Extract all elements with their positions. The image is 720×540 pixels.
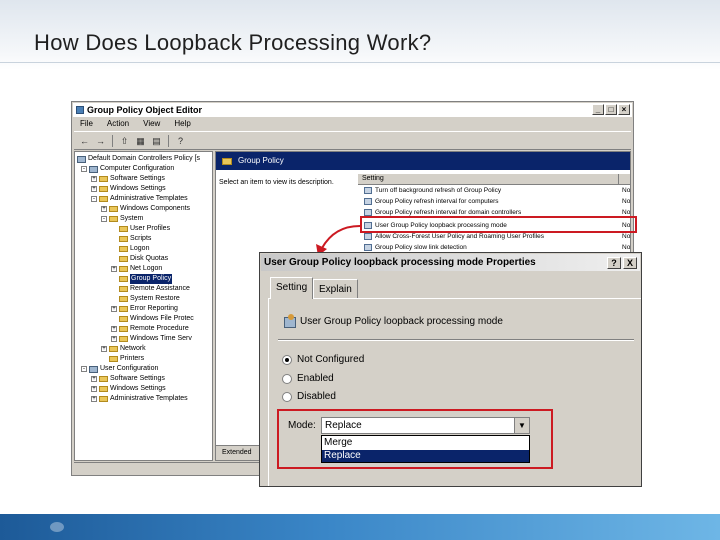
radio-unselected-icon[interactable] (282, 373, 292, 384)
slide-footer-bar (0, 514, 720, 540)
radio-disabled[interactable]: Disabled (282, 391, 336, 402)
dialog-title: User Group Policy loopback processing mo… (264, 257, 536, 268)
mode-highlight (277, 409, 553, 469)
radio-unselected-icon[interactable] (282, 391, 292, 402)
radio-selected-icon[interactable] (282, 354, 292, 365)
policy-setting-icon (284, 314, 296, 328)
footer-glint (50, 522, 64, 532)
dialog-close-button[interactable]: X (623, 257, 637, 269)
tab-explain[interactable]: Explain (313, 279, 358, 298)
tab-setting[interactable]: Setting (270, 277, 314, 299)
dialog-help-button[interactable]: ? (607, 257, 621, 269)
policy-name: User Group Policy loopback processing mo… (300, 316, 503, 327)
dialog-separator (278, 339, 634, 341)
dialog-title-bar: User Group Policy loopback processing mo… (261, 254, 640, 271)
radio-enabled[interactable]: Enabled (282, 373, 334, 384)
radio-not-configured[interactable]: Not Configured (282, 354, 364, 365)
